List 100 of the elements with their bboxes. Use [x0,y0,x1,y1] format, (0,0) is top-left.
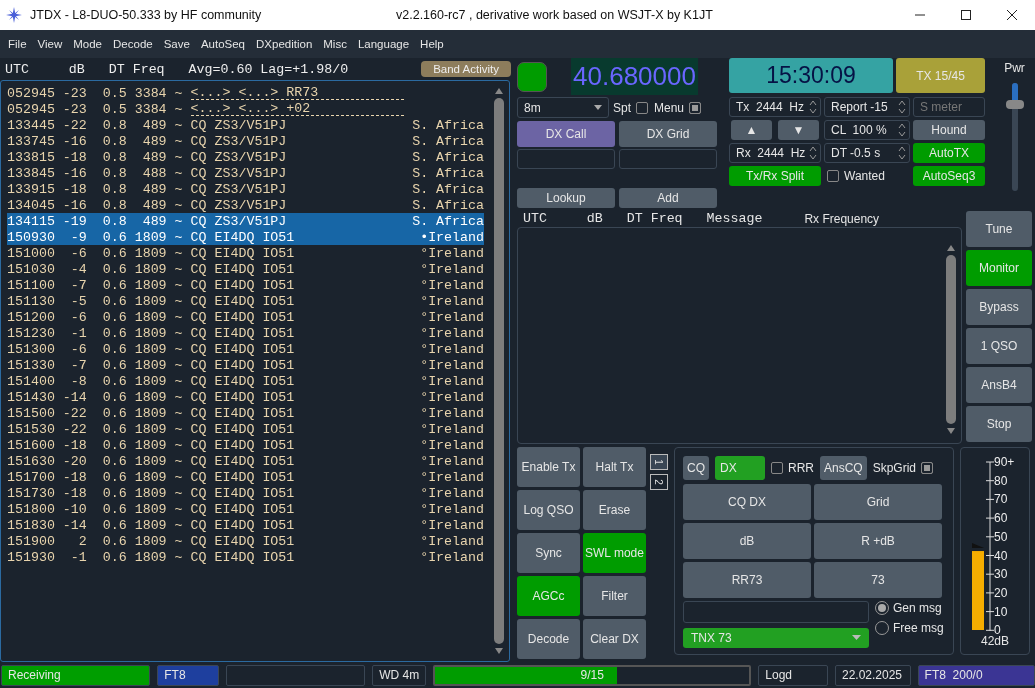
spin-box[interactable]: DT -0.5 s [824,143,910,163]
decode-row[interactable]: 151530 -22 0.6 1809 ~ CQ EI4DQ IO51 °Ireland [7,421,484,437]
menu-item[interactable]: Language [357,38,410,50]
menu-item[interactable]: File [8,38,27,50]
decode-row[interactable]: 151400 -8 0.6 1809 ~ CQ EI4DQ IO51 °Ireland [7,373,484,389]
dx-button[interactable]: DX Grid [619,121,717,147]
radio-option[interactable]: Free msg [875,620,944,635]
decode-row[interactable]: 151700 -18 0.6 1809 ~ CQ EI4DQ IO51 °Ireland [7,469,484,485]
message-button[interactable]: dB [683,522,811,559]
decode-row[interactable]: 133745 -16 0.8 489 ~ CQ ZS3/V51PJ S. Africa [7,133,484,149]
checkbox-option[interactable]: Spt [613,100,648,115]
decode-row[interactable]: 151930 -1 0.6 1809 ~ CQ EI4DQ IO51 °Ireland [7,549,484,565]
spin-arrows-icon[interactable] [898,99,906,115]
message-button[interactable]: CQ DX [683,483,811,520]
spin-box[interactable]: CL 100 % [824,120,910,140]
action-button[interactable]: Clear DX [583,618,646,659]
message-button[interactable]: RR73 [683,561,811,598]
action-button[interactable]: Sync [517,532,580,573]
spin-arrows-icon[interactable] [898,122,906,138]
decode-row[interactable]: 151000 -6 0.6 1809 ~ CQ EI4DQ IO51 °Ireland [7,245,484,261]
checkbox-option[interactable]: SkpGrid [872,460,934,475]
up-button[interactable]: ▲ [731,120,772,140]
dx-button[interactable]: DX Call [517,121,615,147]
menu-item[interactable]: View [37,38,63,50]
decode-row[interactable]: 133445 -22 0.8 489 ~ CQ ZS3/V51PJ S. Africa [7,117,484,133]
lookup-button[interactable]: Add [619,188,717,208]
toggle-button[interactable]: Hound [913,120,985,140]
tab[interactable]: 1 [650,453,668,470]
scroll-up-icon[interactable] [494,87,504,95]
decode-row[interactable]: 151030 -4 0.6 1809 ~ CQ EI4DQ IO51 °Ireland [7,261,484,277]
decode-row[interactable]: 134115 -19 0.8 489 ~ CQ ZS3/V51PJ S. Africa [7,213,484,229]
message-button[interactable]: 73 [814,561,942,598]
decode-row[interactable]: 151230 -1 0.6 1809 ~ CQ EI4DQ IO51 °Ireland [7,325,484,341]
band-activity-button[interactable]: Band Activity [421,61,511,77]
decode-row[interactable]: 151900 2 0.6 1809 ~ CQ EI4DQ IO51 °Ireland [7,533,484,549]
side-button[interactable]: AnsB4 [966,366,1032,403]
decode-row[interactable]: 052945 -23 0.5 3384 ~ <...> <...> +02 [7,101,484,117]
tx-option-button[interactable]: AnsCQ [820,455,867,480]
lookup-button[interactable]: Lookup [517,188,615,208]
scroll-down-icon[interactable] [494,647,504,655]
checkbox-option[interactable]: RRR [771,460,814,475]
close-icon[interactable] [1006,9,1018,21]
decode-row[interactable]: 151130 -5 0.6 1809 ~ CQ EI4DQ IO51 °Ireland [7,293,484,309]
tx-option-button[interactable]: CQ [683,455,709,480]
free-text-field[interactable] [683,600,869,623]
dx-call-field[interactable] [517,149,615,169]
checkbox-option[interactable]: Menu [654,100,702,115]
message-button[interactable]: R +dB [814,522,942,559]
menu-item[interactable]: AutoSeq [200,38,245,50]
decode-row[interactable]: 150930 -9 0.6 1809 ~ CQ EI4DQ IO51 •Ireland [7,229,484,245]
action-button[interactable]: Log QSO [517,489,580,530]
power-slider[interactable] [1005,83,1024,191]
decode-row[interactable]: 052945 -23 0.5 3384 ~ <...> <...> RR73 [7,85,484,101]
decode-row[interactable]: 134045 -16 0.8 489 ~ CQ ZS3/V51PJ S. Africa [7,197,484,213]
side-button[interactable]: Stop [966,405,1032,442]
checkbox-option[interactable]: Wanted [824,166,910,186]
scroll-down-icon[interactable] [946,426,956,435]
side-button[interactable]: 1 QSO [966,327,1032,364]
scroll-up-icon[interactable] [946,243,956,252]
decode-row[interactable]: 151730 -18 0.6 1809 ~ CQ EI4DQ IO51 °Ireland [7,485,484,501]
spin-arrows-icon[interactable] [809,145,817,161]
action-button[interactable]: Filter [583,575,646,616]
down-button[interactable]: ▼ [778,120,819,140]
spin-arrows-icon[interactable] [898,145,906,161]
menu-item[interactable]: Mode [73,38,103,50]
band-dropdown[interactable]: 8m [517,97,609,118]
decode-row[interactable]: 151600 -18 0.6 1809 ~ CQ EI4DQ IO51 °Ireland [7,437,484,453]
spin-box[interactable]: Tx 2444 Hz [729,97,821,117]
message-button[interactable]: Grid [814,483,942,520]
decode-row[interactable]: 151630 -20 0.6 1809 ~ CQ EI4DQ IO51 °Ireland [7,453,484,469]
s-meter-field[interactable]: S meter [913,97,985,117]
menu-item[interactable]: Help [420,38,444,50]
maximize-icon[interactable] [960,9,972,21]
menu-item[interactable]: Save [163,38,190,50]
spin-box[interactable]: Rx 2444 Hz [729,143,821,163]
spin-box[interactable]: Report -15 [824,97,910,117]
radio-option[interactable]: Gen msg [875,600,944,615]
action-button[interactable]: Decode [517,618,580,659]
decode-row[interactable]: 151430 -14 0.6 1809 ~ CQ EI4DQ IO51 °Ireland [7,389,484,405]
decode-row[interactable]: 151100 -7 0.6 1809 ~ CQ EI4DQ IO51 °Ireland [7,277,484,293]
action-button[interactable]: Halt Tx [583,446,646,487]
decode-row[interactable]: 151830 -14 0.6 1809 ~ CQ EI4DQ IO51 °Ireland [7,517,484,533]
action-button[interactable]: Enable Tx [517,446,580,487]
decode-row[interactable]: 133815 -18 0.8 489 ~ CQ ZS3/V51PJ S. Africa [7,149,484,165]
spin-arrows-icon[interactable] [809,99,817,115]
menu-item[interactable]: DXpedition [256,38,313,50]
action-button[interactable]: Erase [583,489,646,530]
tab[interactable]: 2 [650,473,668,490]
decode-row[interactable]: 151200 -6 0.6 1809 ~ CQ EI4DQ IO51 °Ireland [7,309,484,325]
decode-row[interactable]: 151330 -7 0.6 1809 ~ CQ EI4DQ IO51 °Ireland [7,357,484,373]
decode-row[interactable]: 133915 -18 0.8 489 ~ CQ ZS3/V51PJ S. Africa [7,181,484,197]
side-button[interactable]: Tune [966,210,1032,247]
decode-row[interactable]: 151300 -6 0.6 1809 ~ CQ EI4DQ IO51 °Ireland [7,341,484,357]
side-button[interactable]: Bypass [966,288,1032,325]
menu-item[interactable]: Misc [323,38,347,50]
menu-item[interactable]: Decode [113,38,153,50]
decode-row[interactable]: 151500 -22 0.6 1809 ~ CQ EI4DQ IO51 °Ireland [7,405,484,421]
decode-row[interactable]: 133845 -16 0.8 488 ~ CQ ZS3/V51PJ S. Africa [7,165,484,181]
dx-grid-field[interactable] [619,149,717,169]
decode-row[interactable]: 151800 -10 0.6 1809 ~ CQ EI4DQ IO51 °Ireland [7,501,484,517]
